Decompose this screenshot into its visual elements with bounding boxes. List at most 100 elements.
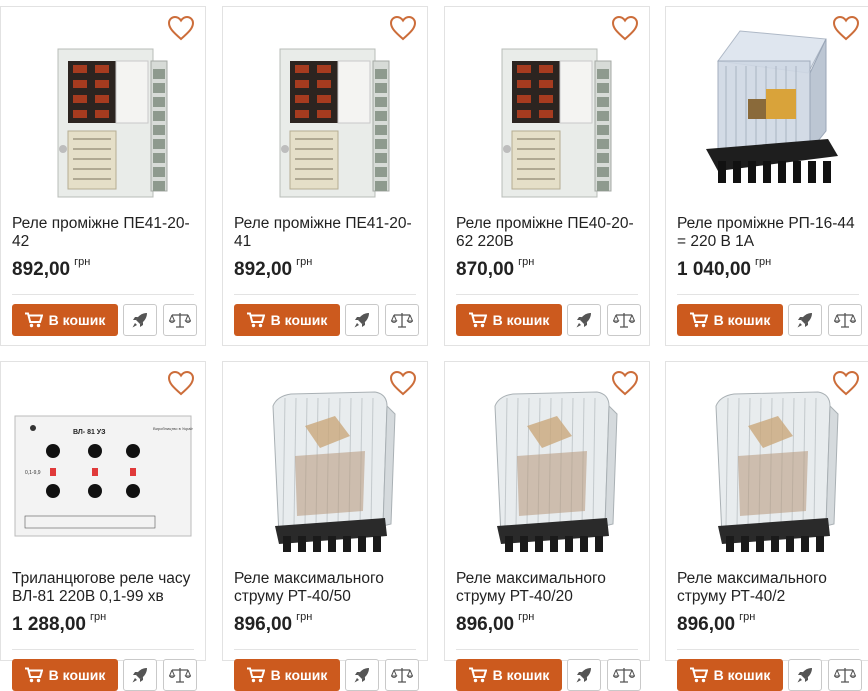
rocket-icon bbox=[797, 668, 812, 683]
price-currency: грн bbox=[296, 611, 313, 623]
relay-image bbox=[501, 48, 612, 198]
product-card: Реле проміжне ПЕ41-20-42 892,00 грн В кош… bbox=[0, 6, 206, 346]
add-to-cart-label: В кошик bbox=[48, 312, 106, 328]
relay-image bbox=[279, 48, 390, 198]
compare-button[interactable] bbox=[607, 304, 641, 336]
product-price: 896,00 грн bbox=[234, 611, 313, 636]
compare-button[interactable] bbox=[163, 304, 197, 336]
product-card: Реле проміжне РП-16-44 = 220 В 1А 1 040,… bbox=[665, 6, 868, 346]
add-to-cart-label: В кошик bbox=[492, 312, 550, 328]
compare-button[interactable] bbox=[385, 659, 419, 691]
quick-order-button[interactable] bbox=[123, 659, 157, 691]
relay-image bbox=[494, 391, 618, 552]
quick-order-button[interactable] bbox=[345, 659, 379, 691]
quick-order-button[interactable] bbox=[788, 304, 822, 336]
product-image[interactable] bbox=[457, 21, 637, 201]
product-image[interactable] bbox=[235, 376, 415, 556]
add-to-cart-label: В кошик bbox=[270, 312, 328, 328]
rocket-icon bbox=[576, 313, 591, 328]
product-title[interactable]: Реле проміжне ПЕ41-20-41 bbox=[234, 215, 417, 251]
cart-icon bbox=[246, 667, 265, 683]
rocket-icon bbox=[132, 668, 147, 683]
relay-image bbox=[57, 48, 168, 198]
product-card: Реле максимального струму РТ-40/20 896,0… bbox=[444, 361, 650, 691]
rocket-icon bbox=[576, 668, 591, 683]
divider bbox=[456, 649, 638, 650]
scales-icon bbox=[169, 313, 191, 328]
compare-button[interactable] bbox=[828, 659, 862, 691]
price-currency: грн bbox=[518, 256, 535, 268]
scales-icon bbox=[613, 668, 635, 683]
quick-order-button[interactable] bbox=[345, 304, 379, 336]
add-to-cart-button[interactable]: В кошик bbox=[12, 304, 118, 336]
add-to-cart-label: В кошик bbox=[713, 667, 771, 683]
relay-image bbox=[715, 391, 839, 552]
scales-icon bbox=[613, 313, 635, 328]
add-to-cart-button[interactable]: В кошик bbox=[234, 304, 340, 336]
product-card: Реле максимального струму РТ-40/50 896,0… bbox=[222, 361, 428, 691]
product-price: 892,00 грн bbox=[12, 256, 91, 281]
compare-button[interactable] bbox=[607, 659, 641, 691]
relay-image bbox=[706, 30, 838, 183]
divider bbox=[234, 294, 416, 295]
product-image[interactable] bbox=[678, 376, 858, 556]
add-to-cart-button[interactable]: В кошик bbox=[456, 304, 562, 336]
product-title[interactable]: Реле максимального струму РТ-40/2 bbox=[677, 570, 860, 606]
product-image[interactable]: ВЛ- 81 УЗ Виробництво в Україні 0,1-9,9 bbox=[13, 376, 195, 556]
svg-text:0,1-9,9: 0,1-9,9 bbox=[25, 470, 41, 476]
compare-button[interactable] bbox=[385, 304, 419, 336]
product-image[interactable] bbox=[235, 21, 415, 201]
cart-icon bbox=[246, 312, 265, 328]
product-image[interactable] bbox=[13, 21, 193, 201]
quick-order-button[interactable] bbox=[123, 304, 157, 336]
product-price: 896,00 грн bbox=[456, 611, 534, 636]
cart-icon bbox=[468, 312, 487, 328]
price-currency: грн bbox=[739, 611, 756, 623]
add-to-cart-button[interactable]: В кошик bbox=[12, 659, 118, 691]
add-to-cart-label: В кошик bbox=[48, 667, 106, 683]
timer-image: ВЛ- 81 УЗ Виробництво в Україні 0,1-9,9 bbox=[14, 415, 195, 537]
product-image[interactable] bbox=[678, 21, 858, 201]
quick-order-button[interactable] bbox=[567, 304, 601, 336]
product-price: 896,00 грн bbox=[677, 611, 756, 636]
scales-icon bbox=[391, 668, 413, 683]
rocket-icon bbox=[354, 668, 369, 683]
product-card: ВЛ- 81 УЗ Виробництво в Україні 0,1-9,9 … bbox=[0, 361, 206, 691]
product-title[interactable]: Реле проміжне ПЕ40-20-62 220В bbox=[456, 215, 639, 251]
add-to-cart-button[interactable]: В кошик bbox=[456, 659, 562, 691]
scales-icon bbox=[391, 313, 413, 328]
product-title[interactable]: Реле максимального струму РТ-40/20 bbox=[456, 570, 639, 606]
price-amount: 892,00 bbox=[234, 259, 293, 280]
compare-button[interactable] bbox=[828, 304, 862, 336]
compare-button[interactable] bbox=[163, 659, 197, 691]
relay-image bbox=[272, 391, 396, 552]
divider bbox=[12, 294, 194, 295]
divider bbox=[677, 649, 859, 650]
product-image[interactable] bbox=[457, 376, 637, 556]
quick-order-button[interactable] bbox=[788, 659, 822, 691]
product-price: 1 288,00 грн bbox=[12, 611, 107, 636]
scales-icon bbox=[834, 668, 856, 683]
add-to-cart-button[interactable]: В кошик bbox=[234, 659, 340, 691]
price-currency: грн bbox=[296, 256, 313, 268]
quick-order-button[interactable] bbox=[567, 659, 601, 691]
product-title[interactable]: Триланцюгове реле часу ВЛ-81 220В 0,1-99… bbox=[12, 570, 195, 606]
price-currency: грн bbox=[89, 611, 107, 623]
svg-text:ВЛ- 81 УЗ: ВЛ- 81 УЗ bbox=[73, 429, 106, 436]
add-to-cart-label: В кошик bbox=[713, 312, 771, 328]
product-title[interactable]: Реле максимального струму РТ-40/50 bbox=[234, 570, 417, 606]
price-amount: 1 288,00 bbox=[12, 614, 86, 635]
product-card: Реле проміжне ПЕ40-20-62 220В 870,00 грн … bbox=[444, 6, 650, 346]
cart-icon bbox=[24, 667, 43, 683]
product-title[interactable]: Реле проміжне ПЕ41-20-42 bbox=[12, 215, 195, 251]
svg-text:Виробництво в Україні: Виробництво в Україні bbox=[153, 426, 193, 431]
price-currency: грн bbox=[74, 256, 91, 268]
price-amount: 1 040,00 bbox=[677, 259, 751, 280]
price-currency: грн bbox=[754, 256, 772, 268]
add-to-cart-button[interactable]: В кошик bbox=[677, 304, 783, 336]
product-title[interactable]: Реле проміжне РП-16-44 = 220 В 1А bbox=[677, 215, 860, 251]
price-amount: 896,00 bbox=[677, 614, 736, 635]
price-amount: 896,00 bbox=[456, 614, 515, 635]
add-to-cart-button[interactable]: В кошик bbox=[677, 659, 783, 691]
cart-icon bbox=[689, 667, 708, 683]
